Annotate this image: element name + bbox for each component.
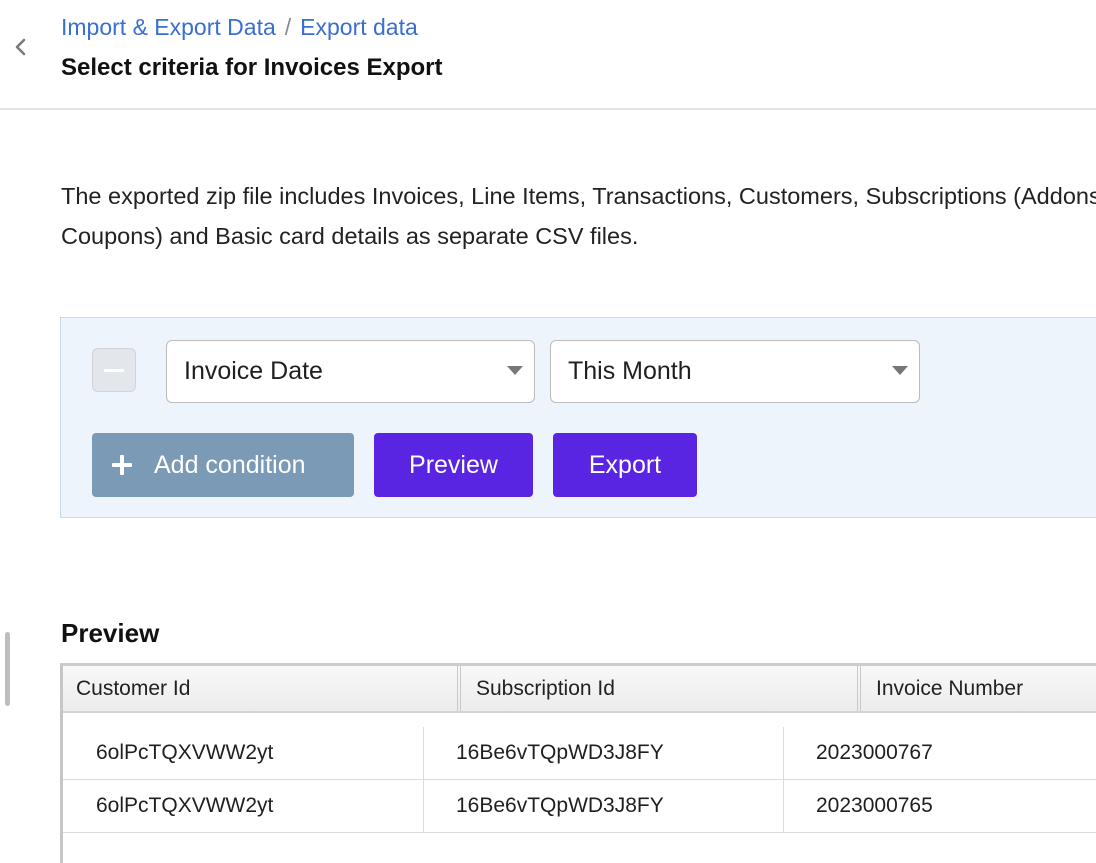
criteria-panel: Invoice Date This Month Add condition Pr… bbox=[60, 317, 1096, 518]
cell-divider bbox=[783, 727, 784, 779]
cell-customer-id: 6olPcTQXVWW2yt bbox=[96, 794, 274, 817]
preview-button[interactable]: Preview bbox=[374, 433, 533, 497]
breadcrumb-separator: / bbox=[284, 14, 292, 40]
chevron-left-icon bbox=[15, 38, 26, 56]
column-resize-handle[interactable] bbox=[457, 666, 461, 711]
table-row[interactable]: 6olPcTQXVWW2yt 16Be6vTQpWD3J8FY 20230007… bbox=[63, 780, 1096, 833]
breadcrumb: Import & Export Data / Export data bbox=[61, 12, 418, 42]
column-header-invoice-number[interactable]: Invoice Number bbox=[863, 666, 1096, 711]
page-header: Import & Export Data / Export data Select … bbox=[0, 0, 1096, 110]
column-header-subscription-id[interactable]: Subscription Id bbox=[463, 666, 860, 711]
cell-invoice-number: 2023000765 bbox=[816, 794, 933, 817]
caret-down-icon bbox=[507, 366, 523, 375]
page-title: Select criteria for Invoices Export bbox=[61, 54, 443, 81]
preview-heading: Preview bbox=[61, 618, 160, 648]
preview-table-header: Customer Id Subscription Id Invoice Numb… bbox=[63, 666, 1096, 713]
add-condition-button[interactable]: Add condition bbox=[92, 433, 354, 497]
scrollbar-thumb[interactable] bbox=[5, 632, 10, 706]
caret-down-icon bbox=[892, 366, 908, 375]
cell-subscription-id: 16Be6vTQpWD3J8FY bbox=[456, 794, 664, 817]
criteria-range-value: This Month bbox=[568, 357, 692, 385]
add-condition-label: Add condition bbox=[154, 451, 306, 479]
cell-subscription-id: 16Be6vTQpWD3J8FY bbox=[456, 741, 664, 764]
plus-icon bbox=[112, 455, 132, 475]
criteria-field-value: Invoice Date bbox=[184, 357, 323, 385]
breadcrumb-import-export-link[interactable]: Import & Export Data bbox=[61, 14, 276, 40]
cell-divider bbox=[783, 780, 784, 832]
minus-icon bbox=[104, 369, 124, 372]
column-header-customer-id[interactable]: Customer Id bbox=[63, 666, 460, 711]
export-button[interactable]: Export bbox=[553, 433, 697, 497]
criteria-range-select[interactable]: This Month bbox=[550, 340, 920, 403]
back-button[interactable] bbox=[6, 30, 34, 64]
cell-divider bbox=[423, 780, 424, 832]
breadcrumb-export-data-link[interactable]: Export data bbox=[300, 14, 418, 40]
cell-invoice-number: 2023000767 bbox=[816, 741, 933, 764]
cell-customer-id: 6olPcTQXVWW2yt bbox=[96, 741, 274, 764]
table-row[interactable]: 6olPcTQXVWW2yt 16Be6vTQpWD3J8FY 20230007… bbox=[63, 727, 1096, 780]
export-description: The exported zip file includes Invoices,… bbox=[61, 183, 1096, 249]
remove-condition-button[interactable] bbox=[92, 348, 136, 392]
cell-divider bbox=[423, 727, 424, 779]
criteria-field-select[interactable]: Invoice Date bbox=[166, 340, 535, 403]
column-resize-handle[interactable] bbox=[857, 666, 861, 711]
preview-table: Customer Id Subscription Id Invoice Numb… bbox=[60, 663, 1096, 863]
